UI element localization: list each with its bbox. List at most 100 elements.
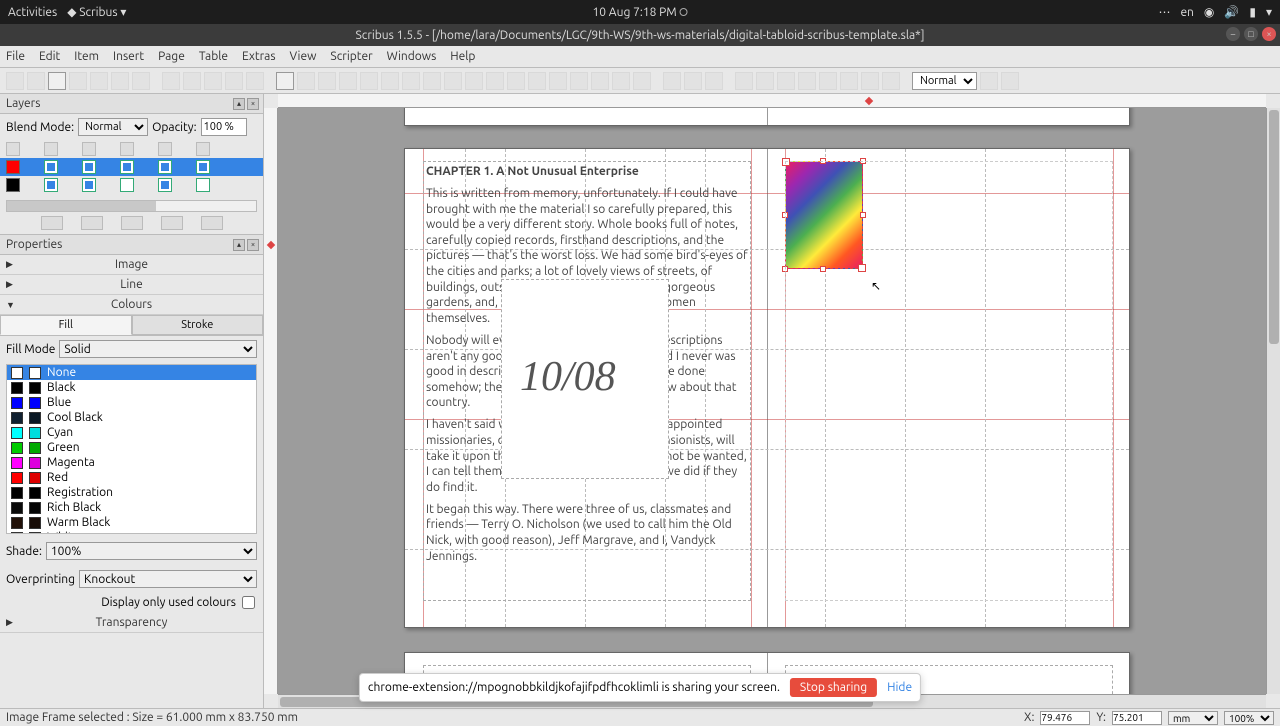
- menu-scripter[interactable]: Scripter: [330, 50, 372, 63]
- tool-pdfcombo[interactable]: [819, 72, 837, 90]
- tab-stroke[interactable]: Stroke: [132, 315, 264, 335]
- maximize-button[interactable]: □: [1244, 27, 1258, 41]
- color-row[interactable]: Red: [7, 470, 256, 485]
- ruler-vertical[interactable]: [264, 108, 278, 694]
- color-row[interactable]: Blue: [7, 395, 256, 410]
- a11y-icon[interactable]: ◉: [1204, 5, 1214, 19]
- tool-close[interactable]: [69, 72, 87, 90]
- menu-item[interactable]: Item: [74, 50, 99, 63]
- tool-redo[interactable]: [183, 72, 201, 90]
- tool-save[interactable]: [48, 72, 66, 90]
- layer-print-check[interactable]: [82, 178, 96, 192]
- text-frame-date[interactable]: 10/08: [501, 279, 669, 479]
- battery-icon[interactable]: ▮: [1249, 5, 1256, 19]
- displayused-check[interactable]: [242, 596, 255, 609]
- layers-close-button[interactable]: ×: [247, 98, 259, 110]
- layer-up-button[interactable]: [161, 216, 183, 230]
- tool-calligraphic[interactable]: [507, 72, 525, 90]
- color-row[interactable]: Rich Black: [7, 500, 256, 515]
- app-menu[interactable]: ◆ Scribus ▾: [67, 5, 126, 19]
- layer-outline-check[interactable]: [196, 160, 210, 174]
- tool-pdftext[interactable]: [777, 72, 795, 90]
- color-row[interactable]: White: [7, 530, 256, 534]
- color-row[interactable]: Green: [7, 440, 256, 455]
- layer-lock-check[interactable]: [120, 160, 134, 174]
- stop-sharing-button[interactable]: Stop sharing: [790, 678, 877, 697]
- tool-render[interactable]: [339, 72, 357, 90]
- layer-swatch[interactable]: [6, 160, 20, 174]
- text-frame[interactable]: [785, 161, 1113, 601]
- color-row[interactable]: Registration: [7, 485, 256, 500]
- tool-rotate[interactable]: [528, 72, 546, 90]
- activities-button[interactable]: Activities: [8, 6, 57, 19]
- tab-fill[interactable]: Fill: [0, 315, 132, 335]
- close-button[interactable]: ×: [1262, 27, 1276, 41]
- tool-paste[interactable]: [246, 72, 264, 90]
- tool-arc[interactable]: [402, 72, 420, 90]
- fillmode-select[interactable]: Solid: [59, 340, 257, 358]
- volume-icon[interactable]: 🔊: [1224, 5, 1239, 19]
- menu-view[interactable]: View: [290, 50, 317, 63]
- color-row[interactable]: Magenta: [7, 455, 256, 470]
- tool-open[interactable]: [27, 72, 45, 90]
- tool-unlinkframes[interactable]: [633, 72, 651, 90]
- tool-visionmode[interactable]: [980, 72, 998, 90]
- tool-copyprops[interactable]: [684, 72, 702, 90]
- preview-mode-select[interactable]: Normal: [912, 72, 977, 90]
- layer-outline-check[interactable]: [196, 178, 210, 192]
- color-row[interactable]: Warm Black: [7, 515, 256, 530]
- canvas-area[interactable]: CHAPTER 1. A Not Unusual Enterprise This…: [278, 108, 1266, 694]
- tool-undo[interactable]: [162, 72, 180, 90]
- tool-pdfannotation[interactable]: [861, 72, 879, 90]
- menu-table[interactable]: Table: [199, 50, 228, 63]
- menu-extras[interactable]: Extras: [242, 50, 276, 63]
- layer-print-check[interactable]: [82, 160, 96, 174]
- ruler-horizontal[interactable]: [278, 94, 1266, 108]
- layer-visible-check[interactable]: [44, 178, 58, 192]
- tool-freehand[interactable]: [486, 72, 504, 90]
- layer-lock-check[interactable]: [120, 178, 134, 192]
- scrollbar-vertical[interactable]: [1266, 108, 1280, 694]
- tool-select[interactable]: [276, 72, 294, 90]
- opacity-input[interactable]: [201, 118, 247, 136]
- unit-select[interactable]: mm: [1168, 711, 1218, 725]
- layer-swatch[interactable]: [6, 178, 20, 192]
- tool-measure[interactable]: [663, 72, 681, 90]
- tool-table[interactable]: [360, 72, 378, 90]
- tool-linkframes[interactable]: [612, 72, 630, 90]
- tool-print[interactable]: [90, 72, 108, 90]
- layer-down-button[interactable]: [201, 216, 223, 230]
- menu-page[interactable]: Page: [158, 50, 185, 63]
- language-indicator[interactable]: en: [1180, 6, 1193, 19]
- tool-bezier[interactable]: [465, 72, 483, 90]
- tool-copy[interactable]: [225, 72, 243, 90]
- layer-flow-check[interactable]: [158, 178, 172, 192]
- shade-select[interactable]: 100%: [46, 542, 257, 560]
- blend-mode-select[interactable]: Normal: [78, 118, 148, 136]
- tool-pdfcheck[interactable]: [798, 72, 816, 90]
- tool-pdflink[interactable]: [882, 72, 900, 90]
- tool-zoom[interactable]: [549, 72, 567, 90]
- color-row[interactable]: Black: [7, 380, 256, 395]
- layer-row[interactable]: [0, 158, 263, 176]
- tool-storyeditor[interactable]: [591, 72, 609, 90]
- tool-polygon[interactable]: [423, 72, 441, 90]
- menu-help[interactable]: Help: [450, 50, 475, 63]
- overprint-select[interactable]: Knockout: [79, 570, 257, 588]
- hide-share-button[interactable]: Hide: [887, 681, 912, 694]
- tool-editcontent[interactable]: [570, 72, 588, 90]
- menu-windows[interactable]: Windows: [387, 50, 437, 63]
- tool-preflight[interactable]: [111, 72, 129, 90]
- tool-pdfpush[interactable]: [735, 72, 753, 90]
- tool-pdf[interactable]: [132, 72, 150, 90]
- section-transparency[interactable]: ▶Transparency: [0, 613, 263, 633]
- tool-cut[interactable]: [204, 72, 222, 90]
- layer-row[interactable]: [0, 176, 263, 194]
- layer-visible-check[interactable]: [44, 160, 58, 174]
- layer-add-button[interactable]: [41, 216, 63, 230]
- layer-delete-button[interactable]: [81, 216, 103, 230]
- section-image[interactable]: ▶Image: [0, 255, 263, 275]
- color-row[interactable]: Cool Black: [7, 410, 256, 425]
- tool-pdflist[interactable]: [840, 72, 858, 90]
- layer-dup-button[interactable]: [121, 216, 143, 230]
